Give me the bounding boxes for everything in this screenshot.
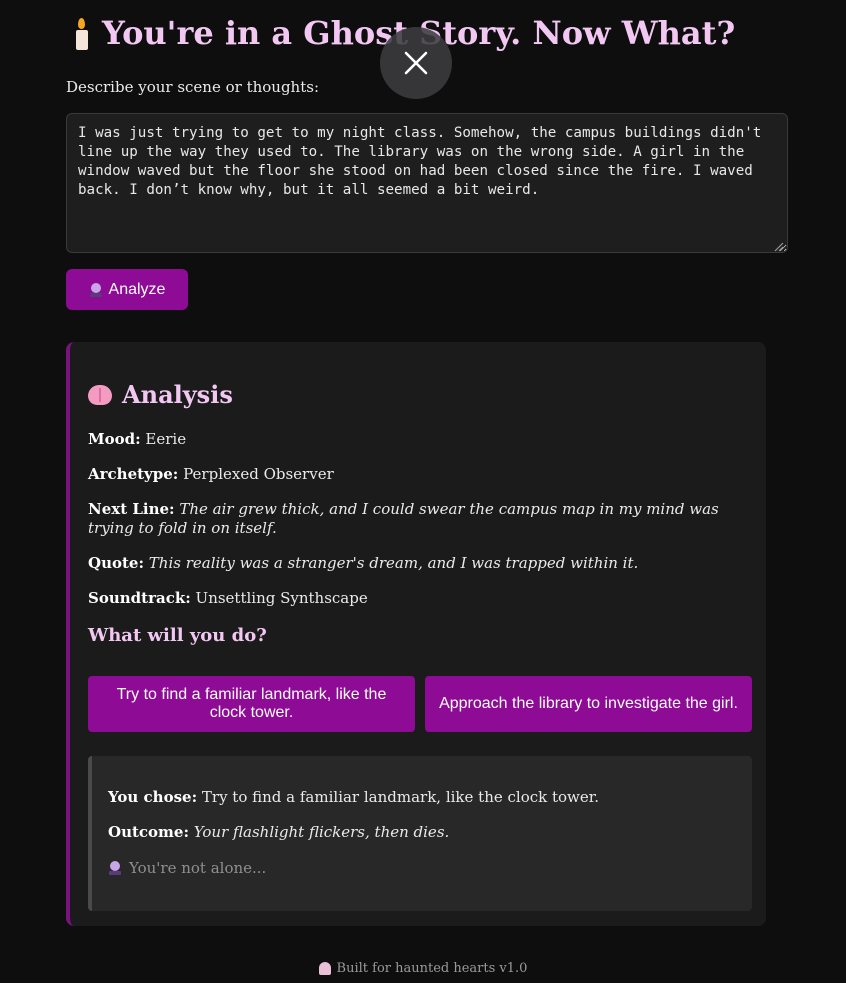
archetype-label: Archetype: [88, 465, 179, 483]
archetype-value: Perplexed Observer [183, 465, 334, 483]
crystal-ball-icon [108, 861, 122, 875]
mood-value: Eerie [145, 430, 187, 448]
chosen-row: You chose: Try to find a familiar landma… [108, 788, 599, 807]
candle-icon [74, 16, 88, 50]
hint-text: You're not alone... [129, 859, 267, 877]
mood-row: Mood: Eerie [88, 430, 186, 449]
archetype-row: Archetype: Perplexed Observer [88, 465, 334, 484]
next-line-value: The air grew thick, and I could swear th… [88, 500, 719, 537]
choice-button-library[interactable]: Approach the library to investigate the … [425, 676, 752, 732]
analyze-button-label: Analyze [108, 280, 166, 298]
next-line-row: Next Line: The air grew thick, and I cou… [88, 500, 748, 538]
outcome-label: Outcome: [108, 823, 189, 841]
hint-row: You're not alone... [108, 859, 266, 877]
analyze-button[interactable]: Analyze [66, 269, 188, 310]
soundtrack-row: Soundtrack: Unsettling Synthscape [88, 589, 368, 608]
choice-button-landmark[interactable]: Try to find a familiar landmark, like th… [88, 676, 415, 732]
ghost-icon [318, 962, 331, 975]
chosen-value: Try to find a familiar landmark, like th… [201, 788, 600, 806]
analysis-panel: Analysis Mood: Eerie Archetype: Perplexe… [66, 342, 766, 926]
next-line-label: Next Line: [88, 500, 175, 518]
scene-textarea[interactable]: I was just trying to get to my night cla… [66, 113, 788, 253]
soundtrack-label: Soundtrack: [88, 589, 191, 607]
brain-icon [88, 384, 112, 405]
crystal-ball-icon [89, 282, 103, 297]
app-page: You're in a Ghost Story. Now What? Descr… [0, 0, 846, 983]
footer-text: Built for haunted hearts v1.0 [336, 961, 528, 976]
close-overlay-button[interactable] [380, 27, 452, 99]
close-icon [404, 51, 428, 75]
analysis-title-text: Analysis [122, 380, 233, 409]
quote-row: Quote: This reality was a stranger's dre… [88, 554, 638, 573]
choices-title: What will you do? [88, 625, 267, 646]
resize-handle-icon[interactable] [774, 242, 784, 252]
footer: Built for haunted hearts v1.0 [0, 961, 846, 976]
mood-label: Mood: [88, 430, 141, 448]
outcome-row: Outcome: Your flashlight flickers, then … [108, 823, 449, 842]
chosen-label: You chose: [108, 788, 198, 806]
quote-label: Quote: [88, 554, 144, 572]
analysis-title: Analysis [88, 380, 233, 409]
scene-label: Describe your scene or thoughts: [66, 78, 319, 96]
soundtrack-value: Unsettling Synthscape [195, 589, 368, 607]
outcome-value: Your flashlight flickers, then dies. [193, 823, 450, 841]
quote-value: This reality was a stranger's dream, and… [148, 554, 639, 572]
result-panel: You chose: Try to find a familiar landma… [88, 756, 752, 911]
